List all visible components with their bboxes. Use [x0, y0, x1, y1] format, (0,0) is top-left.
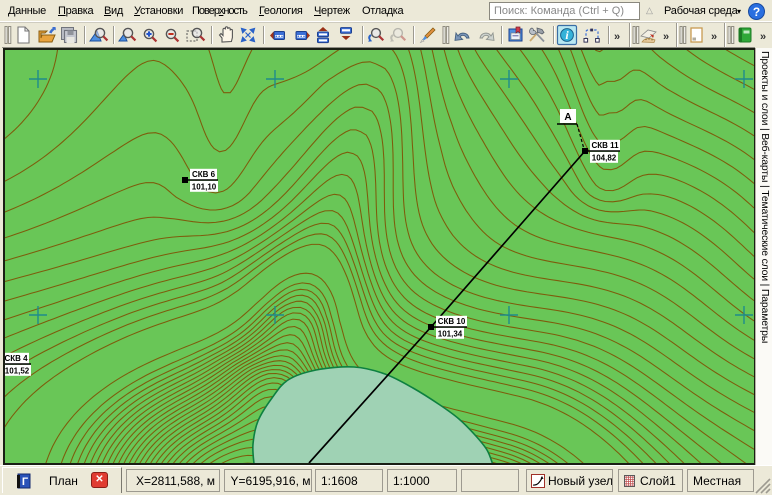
- svg-text:А: А: [564, 112, 571, 123]
- svg-text:СКВ 4: СКВ 4: [4, 354, 28, 363]
- svg-text:101,52: 101,52: [5, 366, 30, 375]
- svg-text:»: »: [711, 31, 717, 43]
- svg-text:СКВ 11: СКВ 11: [591, 141, 619, 150]
- svg-text:СКВ 10: СКВ 10: [438, 317, 466, 326]
- svg-text:Г: Г: [22, 476, 29, 488]
- svg-text:»: »: [760, 31, 766, 43]
- svg-text:104,82: 104,82: [592, 153, 617, 162]
- svg-text:101,10: 101,10: [192, 182, 217, 191]
- svg-text:101,34: 101,34: [438, 329, 463, 338]
- svg-text:СКВ 6: СКВ 6: [192, 170, 216, 179]
- svg-text:»: »: [614, 31, 620, 43]
- svg-text:?: ?: [753, 5, 760, 19]
- svg-text:»: »: [663, 31, 669, 43]
